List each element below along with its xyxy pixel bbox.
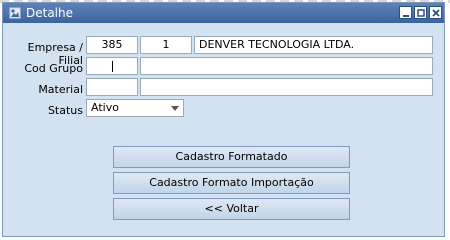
cadastro-formato-importacao-button[interactable]: Cadastro Formato Importação [113,172,350,194]
status-label: Status [47,104,83,117]
chevron-down-icon [171,106,179,111]
cod-grupo-field[interactable] [86,57,138,75]
window-title: Detalhe [26,6,74,20]
minimize-button[interactable] [399,6,412,19]
empresa-field[interactable]: 385 [86,36,138,54]
voltar-button[interactable]: << Voltar [113,198,350,220]
empresa-nome-field: DENVER TECNOLOGIA LTDA. [194,36,433,54]
cadastro-formatado-button[interactable]: Cadastro Formatado [113,146,350,168]
form-panel: Empresa / Filial 385 1 DENVER TECNOLOGIA… [3,23,444,236]
material-label: Material [38,83,83,96]
close-icon [432,9,440,17]
material-field[interactable] [86,78,138,96]
detail-window: Detalhe Empresa / Filial 385 1 DENVER TE… [2,2,445,237]
material-description-field [140,78,433,96]
cod-grupo-description-field [140,57,433,75]
title-bar[interactable]: Detalhe [3,3,444,23]
app-icon [9,7,21,19]
maximize-icon [417,9,425,17]
text-cursor [112,61,113,72]
filial-field[interactable]: 1 [140,36,192,54]
cod-grupo-label: Cod Grupo [24,62,83,75]
maximize-button[interactable] [414,6,427,19]
status-select[interactable]: Ativo [86,99,184,117]
minimize-icon [403,15,409,17]
close-button[interactable] [429,6,442,19]
status-selected-value: Ativo [91,101,119,114]
